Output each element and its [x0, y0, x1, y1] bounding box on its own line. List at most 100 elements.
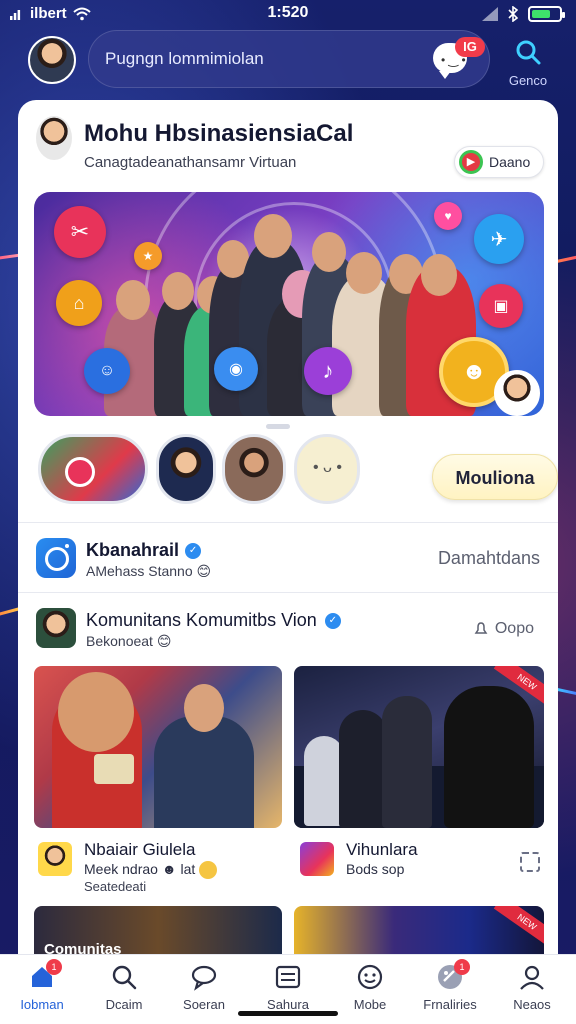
post-meta: Meek ndrao	[84, 861, 158, 877]
person-figure	[382, 696, 432, 828]
profile-subtitle: Canagtadeanathansamr Virtuan	[84, 154, 297, 171]
search-bar[interactable]: Pugngn lommimiolan • ‿ • IG	[88, 30, 490, 88]
nav-label: Mobe	[353, 997, 387, 1012]
nav-label: Iobman	[20, 997, 64, 1012]
nav-home[interactable]: 1 Iobman	[6, 959, 78, 1012]
person-head	[312, 232, 346, 272]
divider	[18, 522, 558, 523]
new-ribbon: NEW	[493, 906, 544, 949]
nav-mobe[interactable]: Mobe	[334, 963, 406, 1012]
nav-label: Sahura	[267, 997, 309, 1012]
nav-apps[interactable]: 1 Frnaliries	[414, 959, 486, 1012]
post-meta: Bods sop	[346, 861, 405, 877]
account-sub: AMehass Stanno	[86, 563, 193, 579]
app-bubble-icon: ★	[134, 242, 162, 270]
community-name-line: Komunitans Komumitbs Vion ✓	[86, 610, 341, 631]
game-thumb-icon	[300, 842, 334, 876]
search-icon	[110, 963, 138, 991]
person-head	[254, 214, 292, 258]
app-bubble-icon: ✈	[474, 214, 524, 264]
person-head	[346, 252, 382, 294]
person-head	[421, 254, 457, 296]
person-head	[162, 272, 194, 310]
search-button[interactable]: Genco	[500, 38, 556, 92]
apps-icon: 1	[436, 959, 470, 991]
nav-badge: 1	[46, 959, 62, 975]
live-label: Daano	[489, 154, 531, 170]
account-name-line: Kbanahrail ✓	[86, 540, 202, 561]
chat-badge: IG	[455, 37, 485, 57]
community-card: Mohu HbsinasiensiaCal Canagtadeanathansa…	[18, 100, 558, 1000]
community-avatar	[36, 608, 76, 648]
nav-label: Dcaim	[105, 997, 143, 1012]
account-sub-line: AMehass Stanno 😊	[86, 563, 211, 580]
battery-icon	[528, 6, 565, 22]
story-item[interactable]	[222, 434, 286, 504]
bell-icon	[474, 622, 488, 634]
app-bubble-icon: ✂	[54, 206, 106, 258]
status-bar: ilbert 1:520	[0, 0, 576, 28]
nav-label: Frnaliries	[423, 997, 477, 1012]
search-placeholder: Pugngn lommimiolan	[105, 49, 264, 68]
cellular-icon	[482, 7, 498, 21]
hero-banner-image[interactable]: ✂ ⌂ ☺ ★ ◉ ♪ ♥ ✈ ▣ ☻	[34, 192, 544, 416]
app-bubble-icon: ⌂	[56, 280, 102, 326]
post-photo[interactable]: NEW	[294, 666, 544, 828]
person-head	[58, 672, 134, 752]
nav-label: Neaos	[513, 997, 551, 1012]
community-action[interactable]: Oopo	[473, 620, 534, 638]
bluetooth-icon	[508, 6, 518, 22]
follow-button[interactable]: Mouliona	[432, 454, 558, 500]
app-bubble-icon: ☺	[84, 348, 130, 394]
nav-search[interactable]: Dcaim	[88, 963, 160, 1012]
post-caption[interactable]: Vihunlara Bods sop	[300, 838, 544, 898]
hero-avatar[interactable]	[494, 370, 540, 416]
person-figure	[444, 686, 534, 828]
live-button[interactable]: ▶ Daano	[454, 146, 544, 178]
list-icon	[274, 963, 302, 991]
face-icon: ☻	[161, 861, 177, 877]
divider	[18, 592, 558, 593]
account-action[interactable]: Damahtdans	[438, 548, 540, 569]
person-figure	[339, 710, 387, 828]
post-author: Seatedeati	[84, 879, 147, 894]
post-title: Nbaiair Giulela	[84, 840, 196, 859]
post-photo[interactable]	[34, 666, 282, 828]
camera-app-icon	[36, 538, 76, 578]
profile-avatar[interactable]	[36, 116, 72, 160]
object-held	[94, 754, 134, 784]
story-item[interactable]: • ᴗ •	[294, 434, 360, 504]
user-avatar[interactable]	[28, 36, 76, 84]
person-figure	[154, 716, 254, 828]
person-head	[116, 280, 150, 320]
account-name: Kbanahrail	[86, 540, 180, 560]
nav-list[interactable]: Sahura	[252, 963, 324, 1012]
nav-chat[interactable]: Soeran	[168, 963, 240, 1012]
post-title: Vihunlara	[346, 840, 418, 859]
nav-badge: 1	[454, 959, 470, 975]
profile-title: Mohu HbsinasiensiaCal	[84, 120, 354, 147]
verified-icon: ✓	[185, 542, 202, 559]
nav-profile[interactable]: Neaos	[496, 963, 568, 1012]
chat-icon	[190, 963, 218, 991]
post-caption[interactable]: Nbaiair Giulela Meek ndrao ☻ lat Seatede…	[38, 838, 286, 898]
expand-icon[interactable]	[520, 852, 540, 872]
community-name: Komunitans Komumitbs Vion	[86, 610, 317, 630]
account-row[interactable]: Kbanahrail ✓ AMehass Stanno 😊 Damahtdans	[36, 536, 546, 584]
profile-icon	[518, 963, 546, 991]
story-item[interactable]	[156, 434, 216, 504]
post-author-icon	[38, 842, 72, 876]
home-indicator[interactable]	[238, 1011, 338, 1016]
emoji-icon: 😊	[196, 563, 212, 579]
community-sub-line: Bekonoeat 😊	[86, 633, 171, 650]
story-badge-icon	[65, 457, 95, 487]
carousel-handle[interactable]	[266, 424, 290, 429]
live-icon: ▶	[459, 150, 483, 174]
nav-label: Soeran	[183, 997, 225, 1012]
story-item[interactable]	[38, 434, 148, 504]
app-bubble-icon: ▣	[479, 284, 523, 328]
verified-icon: ✓	[324, 612, 341, 629]
search-icon	[516, 40, 541, 65]
post-meta-line: Meek ndrao ☻ lat	[84, 861, 218, 880]
community-row[interactable]: Komunitans Komumitbs Vion ✓ Bekonoeat 😊 …	[36, 606, 546, 652]
